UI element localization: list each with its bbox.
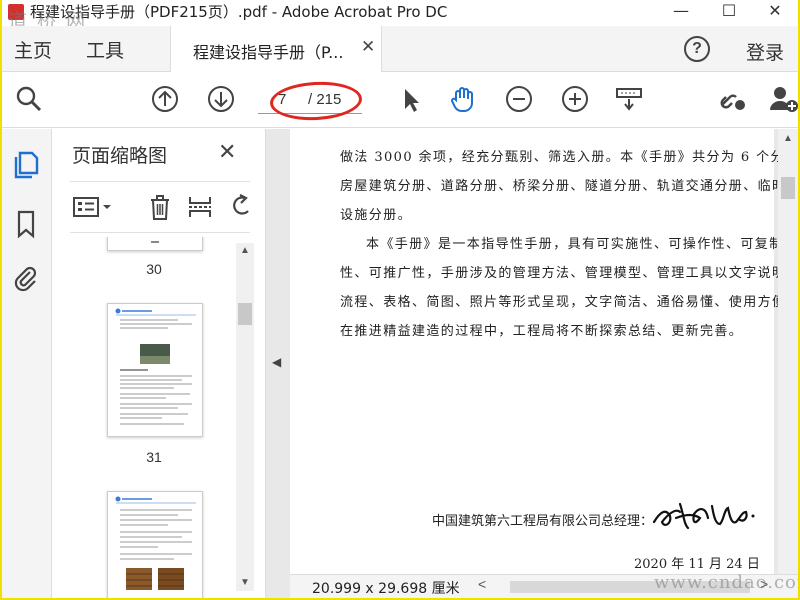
document-scroll-thumb[interactable] xyxy=(781,177,795,199)
window-close-button[interactable]: ✕ xyxy=(754,0,796,26)
zoom-out-icon[interactable] xyxy=(504,84,534,114)
add-user-icon[interactable] xyxy=(768,84,798,114)
document-tab-close-icon[interactable]: ✕ xyxy=(361,37,375,57)
maximize-button[interactable]: ☐ xyxy=(708,0,750,26)
document-scrollbar[interactable]: ▲ xyxy=(778,129,798,574)
page-display-icon[interactable] xyxy=(614,84,644,114)
select-cursor-icon[interactable] xyxy=(396,84,426,114)
delete-page-icon[interactable] xyxy=(146,192,174,222)
window-title: 程建设指导手册（PDF215页）.pdf - Adobe Acrobat Pro… xyxy=(30,3,448,21)
doc-scroll-up-arrow-icon[interactable]: ▲ xyxy=(778,133,798,144)
thumbnail-options-icon[interactable] xyxy=(72,192,114,222)
thumbnail-list: 30 31 xyxy=(52,237,266,598)
panel-title: 页面缩略图 xyxy=(72,145,168,167)
thumbnail-page-32[interactable] xyxy=(107,491,203,598)
minimize-button[interactable]: — xyxy=(660,0,702,26)
left-navigation-rail xyxy=(2,129,52,598)
thumbnail-32-content xyxy=(115,496,196,590)
toolbar: 7 / 215 xyxy=(2,72,798,128)
panel-toolbar xyxy=(70,181,250,233)
paragraph-line: 房屋建筑分册、道路分册、桥梁分册、隧道分册、轨道交通分册、临时 xyxy=(340,179,787,194)
panel-close-icon[interactable]: ✕ xyxy=(218,139,236,165)
hand-tool-icon[interactable] xyxy=(448,84,478,114)
watermark-bottom-right: www.cndao.com xyxy=(654,572,798,593)
bookmarks-icon[interactable] xyxy=(12,209,40,239)
share-link-icon[interactable] xyxy=(718,84,748,114)
title-bar: 程建设指导手册（PDF215页）.pdf - Adobe Acrobat Pro… xyxy=(2,0,798,32)
paragraph-line: 做法 3000 余项，经充分甄别、筛选入册。本《手册》共分为 6 个分册： xyxy=(340,150,798,165)
prev-page-icon[interactable] xyxy=(150,84,180,114)
thumbnail-panel: 页面缩略图 ✕ 30 31 ▲ ▼ xyxy=(52,129,266,598)
paragraph-line: 在推进精益建造的过程中，工程局将不断探索总结、更新完善。 xyxy=(340,324,744,339)
acrobat-window: 程建设指导手册（PDF215页）.pdf - Adobe Acrobat Pro… xyxy=(2,0,798,598)
next-page-icon[interactable] xyxy=(206,84,236,114)
login-button[interactable]: 登录 xyxy=(746,38,784,65)
page-thumbnails-icon[interactable] xyxy=(12,149,40,179)
attachments-icon[interactable] xyxy=(12,263,40,293)
paragraph-line: 设施分册。 xyxy=(340,208,413,223)
paragraph-line: 流程、表格、简图、照片等形式呈现，文字简洁、通俗易懂、使用方便。 xyxy=(340,295,798,310)
scroll-down-arrow-icon[interactable]: ▼ xyxy=(236,577,254,588)
home-tab[interactable]: 主页 xyxy=(14,36,52,63)
thumbnail-scroll-thumb[interactable] xyxy=(238,303,252,325)
help-icon[interactable]: ? xyxy=(684,36,710,62)
signature-label: 中国建筑第六工程局有限公司总经理： xyxy=(432,514,654,529)
document-tab[interactable]: 程建设指导手册（P... ✕ xyxy=(170,26,382,72)
collapse-panel-arrow-icon[interactable]: ◀ xyxy=(272,355,281,369)
extract-pages-icon[interactable] xyxy=(186,192,214,222)
hscroll-left-arrow-icon[interactable]: < xyxy=(478,576,486,592)
thumbnail-label-30: 30 xyxy=(146,261,162,277)
search-icon[interactable] xyxy=(14,84,44,114)
zoom-in-icon[interactable] xyxy=(560,84,590,114)
signature-date: 2020 年 11 月 24 日 xyxy=(634,557,760,572)
rotate-page-icon[interactable] xyxy=(226,192,254,222)
handwritten-signature xyxy=(652,502,755,530)
thumbnail-page-30[interactable] xyxy=(107,237,203,251)
paragraph-line: 本《手册》是一本指导性手册，具有可实施性、可操作性、可复制 xyxy=(366,237,784,252)
tools-tab[interactable]: 工具 xyxy=(86,36,124,63)
paragraph-line: 性、可推广性，手册涉及的管理方法、管理模型、管理工具以文字说明、 xyxy=(340,266,798,281)
tab-bar: 主页 工具 程建设指导手册（P... ✕ ? 登录 xyxy=(2,26,798,72)
page-dimensions: 20.999 x 29.698 厘米 xyxy=(312,581,460,597)
thumbnail-scrollbar[interactable]: ▲ ▼ xyxy=(236,243,254,591)
document-tab-label: 程建设指导手册（P... xyxy=(193,43,344,62)
scroll-up-arrow-icon[interactable]: ▲ xyxy=(236,245,254,256)
thumbnail-page-31[interactable] xyxy=(107,303,203,437)
thumbnail-label-31: 31 xyxy=(146,449,162,465)
thumbnail-31-content xyxy=(115,308,196,425)
